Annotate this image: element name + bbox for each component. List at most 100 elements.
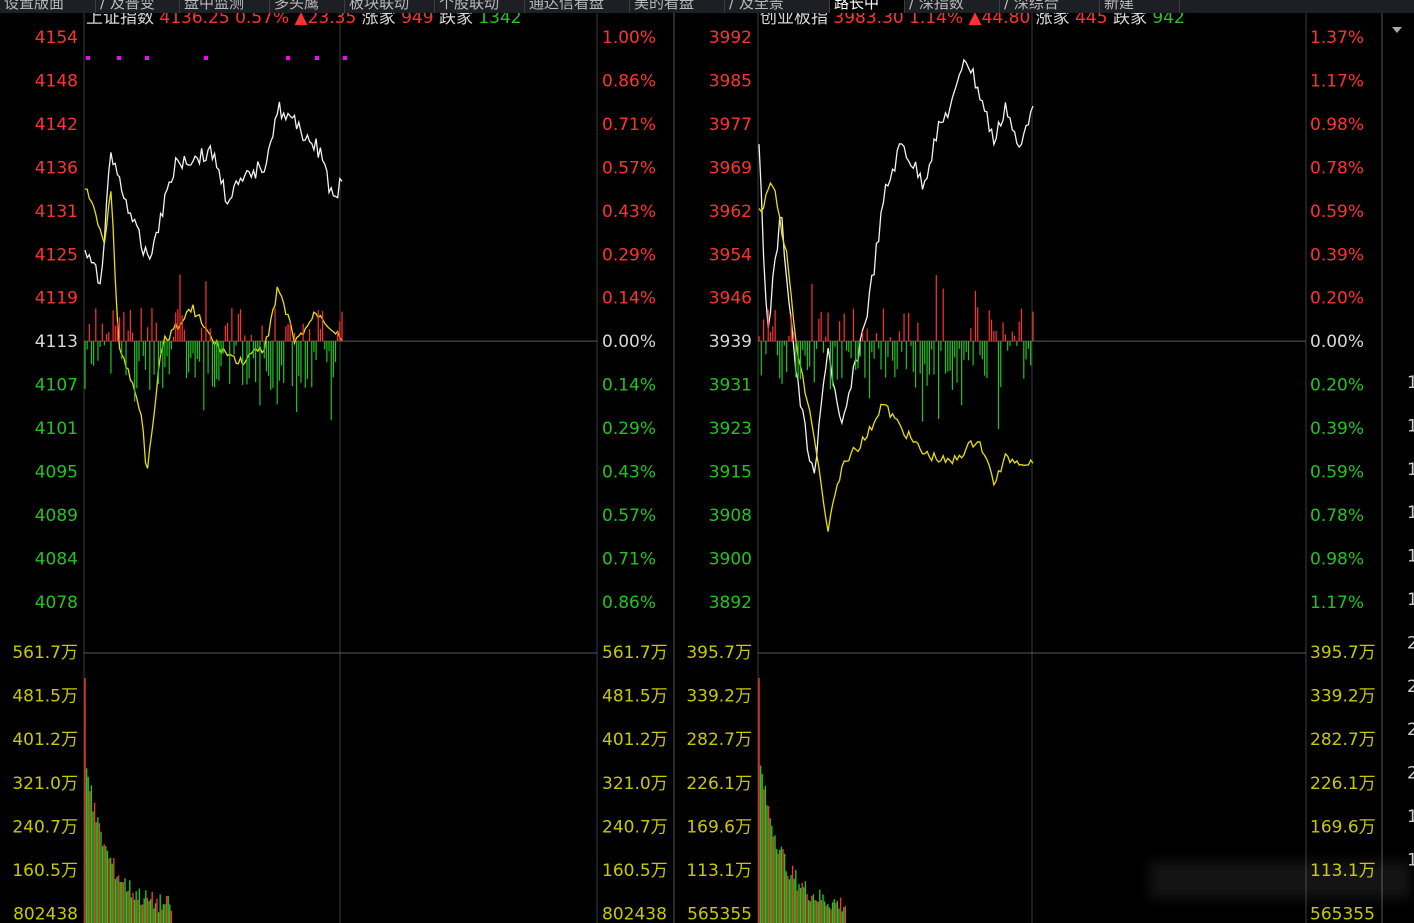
volume-tick-label: 339.2万 [1310,687,1376,707]
pct-tick-label: 0.71% [602,115,656,135]
volume-tick-label: 481.5万 [12,687,78,707]
tab-11[interactable]: / 深综合 [1000,0,1100,13]
volume-tick-label: 802438 [602,905,667,923]
tab-6[interactable]: 通达信看盘 [525,0,630,13]
index-pct: 0.57% [230,13,289,28]
edge-digit: 1 [1407,547,1414,567]
tab-4[interactable]: 板块联动 [345,0,435,13]
index-name: 创业板指 [760,13,828,28]
volume-tick-label: 282.7万 [686,730,752,750]
tab-bar: 设置版面 / 及普变 盘中监测 多头鹰 板块联动 个股联动 通达信看盘 美的看盘 / 及全景 路长… [0,0,1414,13]
price-tick-label: 3939 [709,332,752,352]
volume-tick-label: 561.7万 [602,643,668,663]
tab-12[interactable]: 新建 [1100,0,1180,13]
price-tick-label: 4113 [35,332,78,352]
up-label: 涨家 [1030,13,1069,28]
pct-tick-label: 0.29% [602,245,656,265]
signal-marker [315,56,319,60]
volume-tick-label: 401.2万 [12,730,78,750]
edge-digit: 1 [1407,807,1414,827]
pct-tick-label: 0.20% [1310,289,1364,309]
volume-tick-label: 561.7万 [12,643,78,663]
pct-tick-label: 0.14% [602,376,656,396]
price-tick-label: 4084 [35,549,78,569]
price-tick-label: 4142 [35,115,78,135]
tab-2[interactable]: 盘中监测 [180,0,270,13]
price-tick-label: 3985 [709,71,752,91]
edge-digit: 1 [1407,460,1414,480]
price-tick-label: 4107 [35,376,78,396]
signal-marker [117,56,121,60]
volume-tick-label: 339.2万 [686,687,752,707]
price-tick-label: 3892 [709,593,752,613]
price-tick-label: 4078 [35,593,78,613]
pct-tick-label: 0.78% [1310,158,1364,178]
signal-marker [343,56,347,60]
edge-digit: 1 [1407,416,1414,436]
pct-tick-label: 0.59% [1310,463,1364,483]
volume-tick-label: 226.1万 [686,774,752,794]
pct-tick-label: 0.43% [602,463,656,483]
volume-tick-label: 565355 [1310,905,1375,923]
down-label: 跌家 [1108,13,1147,28]
volume-tick-label: 481.5万 [602,687,668,707]
pct-tick-label: 0.39% [1310,419,1364,439]
pct-tick-label: 0.71% [602,549,656,569]
watermark-blur [1150,862,1410,898]
pct-tick-label: 0.78% [1310,506,1364,526]
pct-tick-label: 0.59% [1310,202,1364,222]
pct-tick-label: 0.00% [602,332,656,352]
price-tick-label: 3946 [709,289,752,309]
pct-tick-label: 1.17% [1310,71,1364,91]
price-tick-label: 3915 [709,463,752,483]
edge-digit: 1 [1407,590,1414,610]
down-count: 1342 [473,13,522,28]
volume-tick-label: 240.7万 [602,817,668,837]
volume-tick-label: 160.5万 [602,861,668,881]
index-change: ▲44.80 [963,13,1030,28]
dropdown-icon[interactable] [1392,27,1402,33]
tab-9[interactable]: 路长中 [830,0,905,13]
signal-marker [145,56,149,60]
price-tick-label: 4154 [35,28,78,48]
volume-tick-label: 169.6万 [686,817,752,837]
down-label: 跌家 [434,13,473,28]
pct-tick-label: 0.86% [602,71,656,91]
panel-0: 上证指数 4136.25 0.57% ▲23.35 涨家 949 跌家 1342… [12,13,668,923]
price-line [84,101,343,285]
volume-tick-label: 113.1万 [686,861,752,881]
volume-tick-label: 226.1万 [1310,774,1376,794]
price-tick-label: 4089 [35,506,78,526]
signal-marker [86,56,90,60]
volume-tick-label: 240.7万 [12,817,78,837]
price-tick-label: 3954 [709,245,752,265]
up-count: 949 [396,13,434,28]
price-tick-label: 3908 [709,506,752,526]
tab-5[interactable]: 个股联动 [435,0,525,13]
index-header: 创业板指 3983.30 1.14% ▲44.80 涨家 445 跌家 942 [760,13,1185,28]
price-tick-label: 3977 [709,115,752,135]
price-tick-label: 3992 [709,28,752,48]
tab-7[interactable]: 美的看盘 [630,0,725,13]
tab-0[interactable]: 设置版面 [0,0,96,13]
pct-tick-label: 0.98% [1310,115,1364,135]
index-pct: 1.14% [904,13,963,28]
tab-1[interactable]: / 及普变 [96,0,180,13]
tab-8[interactable]: / 及全景 [725,0,830,13]
price-tick-label: 4095 [35,463,78,483]
volume-tick-label: 802438 [13,905,78,923]
index-change: ▲23.35 [289,13,356,28]
pct-tick-label: 1.00% [602,28,656,48]
tab-10[interactable]: / 深指数 [905,0,1000,13]
pct-tick-label: 0.57% [602,158,656,178]
price-tick-label: 3969 [709,158,752,178]
pct-tick-label: 0.14% [602,289,656,309]
pct-tick-label: 1.37% [1310,28,1364,48]
price-line [758,58,1034,474]
tab-3[interactable]: 多头鹰 [270,0,345,13]
up-count: 445 [1070,13,1108,28]
pct-tick-label: 1.17% [1310,593,1364,613]
signal-marker [204,56,208,60]
intraday-chart-area: 上证指数 4136.25 0.57% ▲23.35 涨家 949 跌家 1342… [12,13,1414,923]
pct-tick-label: 0.57% [602,506,656,526]
